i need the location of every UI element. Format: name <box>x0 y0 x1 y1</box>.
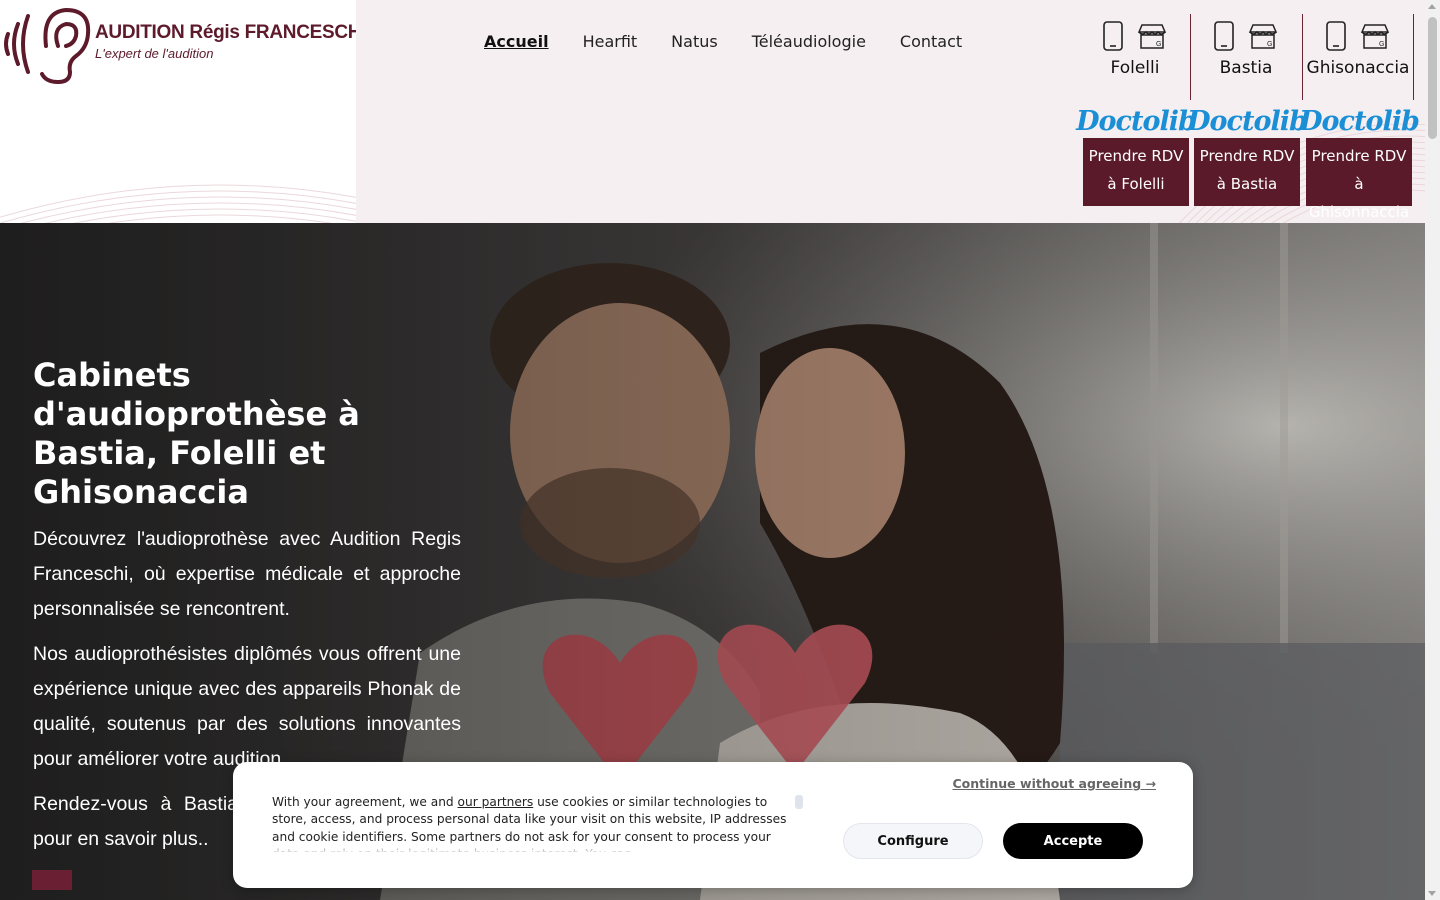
rdv-button-ghisonaccia[interactable]: Prendre RDV à Ghisonnaccia <box>1306 138 1412 221</box>
divider <box>1413 14 1414 100</box>
logo[interactable]: AUDITION Régis FRANCESCHI L'expert de l'… <box>0 0 356 223</box>
location-name: Bastia <box>1219 58 1273 78</box>
store-icon[interactable]: G <box>1136 22 1168 50</box>
svg-text:G: G <box>1156 41 1161 48</box>
hero-cta-button[interactable] <box>32 870 72 890</box>
cookie-text-part: With your agreement, we and <box>272 795 458 809</box>
divider <box>1190 14 1191 100</box>
cookie-text-fade <box>272 840 792 854</box>
svg-text:G: G <box>1267 41 1272 48</box>
partners-link[interactable]: our partners <box>458 795 534 809</box>
nav-item-teleaudiologie[interactable]: Téléaudiologie <box>752 32 866 51</box>
location-bastia: G Bastia <box>1194 14 1298 100</box>
nav-item-accueil[interactable]: Accueil <box>484 32 549 51</box>
rdv-button-folelli[interactable]: Prendre RDV à Folelli <box>1083 138 1189 206</box>
hero-paragraph: Nos audioprothésistes diplômés vous offr… <box>33 643 461 770</box>
ear-logo-icon <box>4 7 91 85</box>
divider <box>1302 14 1303 100</box>
scrollbar-thumb[interactable] <box>1428 17 1437 139</box>
cookie-text-scrollbar[interactable] <box>795 795 803 809</box>
scroll-up-arrow-icon[interactable] <box>1428 4 1436 9</box>
page-scrollbar[interactable] <box>1425 0 1440 900</box>
brand-title: AUDITION Régis FRANCESCHI <box>95 22 356 43</box>
cookie-consent-banner: Continue without agreeing → With your ag… <box>233 762 1193 888</box>
brand-subtitle: L'expert de l'audition <box>95 46 214 61</box>
configure-button[interactable]: Configure <box>843 823 983 859</box>
location-name: Folelli <box>1110 58 1160 78</box>
doctolib-logo[interactable]: Doctolib <box>1299 106 1420 138</box>
accept-button[interactable]: Accepte <box>1003 823 1143 859</box>
svg-text:G: G <box>1379 41 1384 48</box>
rdv-ghisonaccia: Doctolib Prendre RDV à Ghisonnaccia <box>1299 106 1420 221</box>
smartphone-icon[interactable] <box>1102 20 1124 52</box>
hero-paragraph: Découvrez l'audioprothèse avec Audition … <box>33 528 461 620</box>
doctolib-logo[interactable]: Doctolib <box>1187 106 1308 138</box>
location-name: Ghisonaccia <box>1306 58 1410 78</box>
location-ghisonaccia: G Ghisonaccia <box>1304 14 1412 100</box>
site-header: AUDITION Régis FRANCESCHI L'expert de l'… <box>0 0 1425 223</box>
nav-item-contact[interactable]: Contact <box>900 32 962 51</box>
rdv-button-bastia[interactable]: Prendre RDV à Bastia <box>1194 138 1300 206</box>
rdv-bastia: Doctolib Prendre RDV à Bastia <box>1187 106 1308 206</box>
continue-without-agreeing-link[interactable]: Continue without agreeing → <box>952 776 1156 791</box>
smartphone-icon[interactable] <box>1325 20 1347 52</box>
store-icon[interactable]: G <box>1247 22 1279 50</box>
nav-item-hearfit[interactable]: Hearfit <box>583 32 638 51</box>
decorative-swirl <box>0 184 356 223</box>
nav-item-natus[interactable]: Natus <box>671 32 718 51</box>
scroll-down-arrow-icon[interactable] <box>1428 891 1436 896</box>
smartphone-icon[interactable] <box>1213 20 1235 52</box>
store-icon[interactable]: G <box>1359 22 1391 50</box>
doctolib-logo[interactable]: Doctolib <box>1076 106 1197 138</box>
location-folelli: G Folelli <box>1082 14 1188 100</box>
main-nav: Accueil Hearfit Natus Téléaudiologie Con… <box>484 32 996 51</box>
hero-title: Cabinets d'audioprothèse à Bastia, Folel… <box>33 356 360 511</box>
rdv-folelli: Doctolib Prendre RDV à Folelli <box>1076 106 1197 206</box>
